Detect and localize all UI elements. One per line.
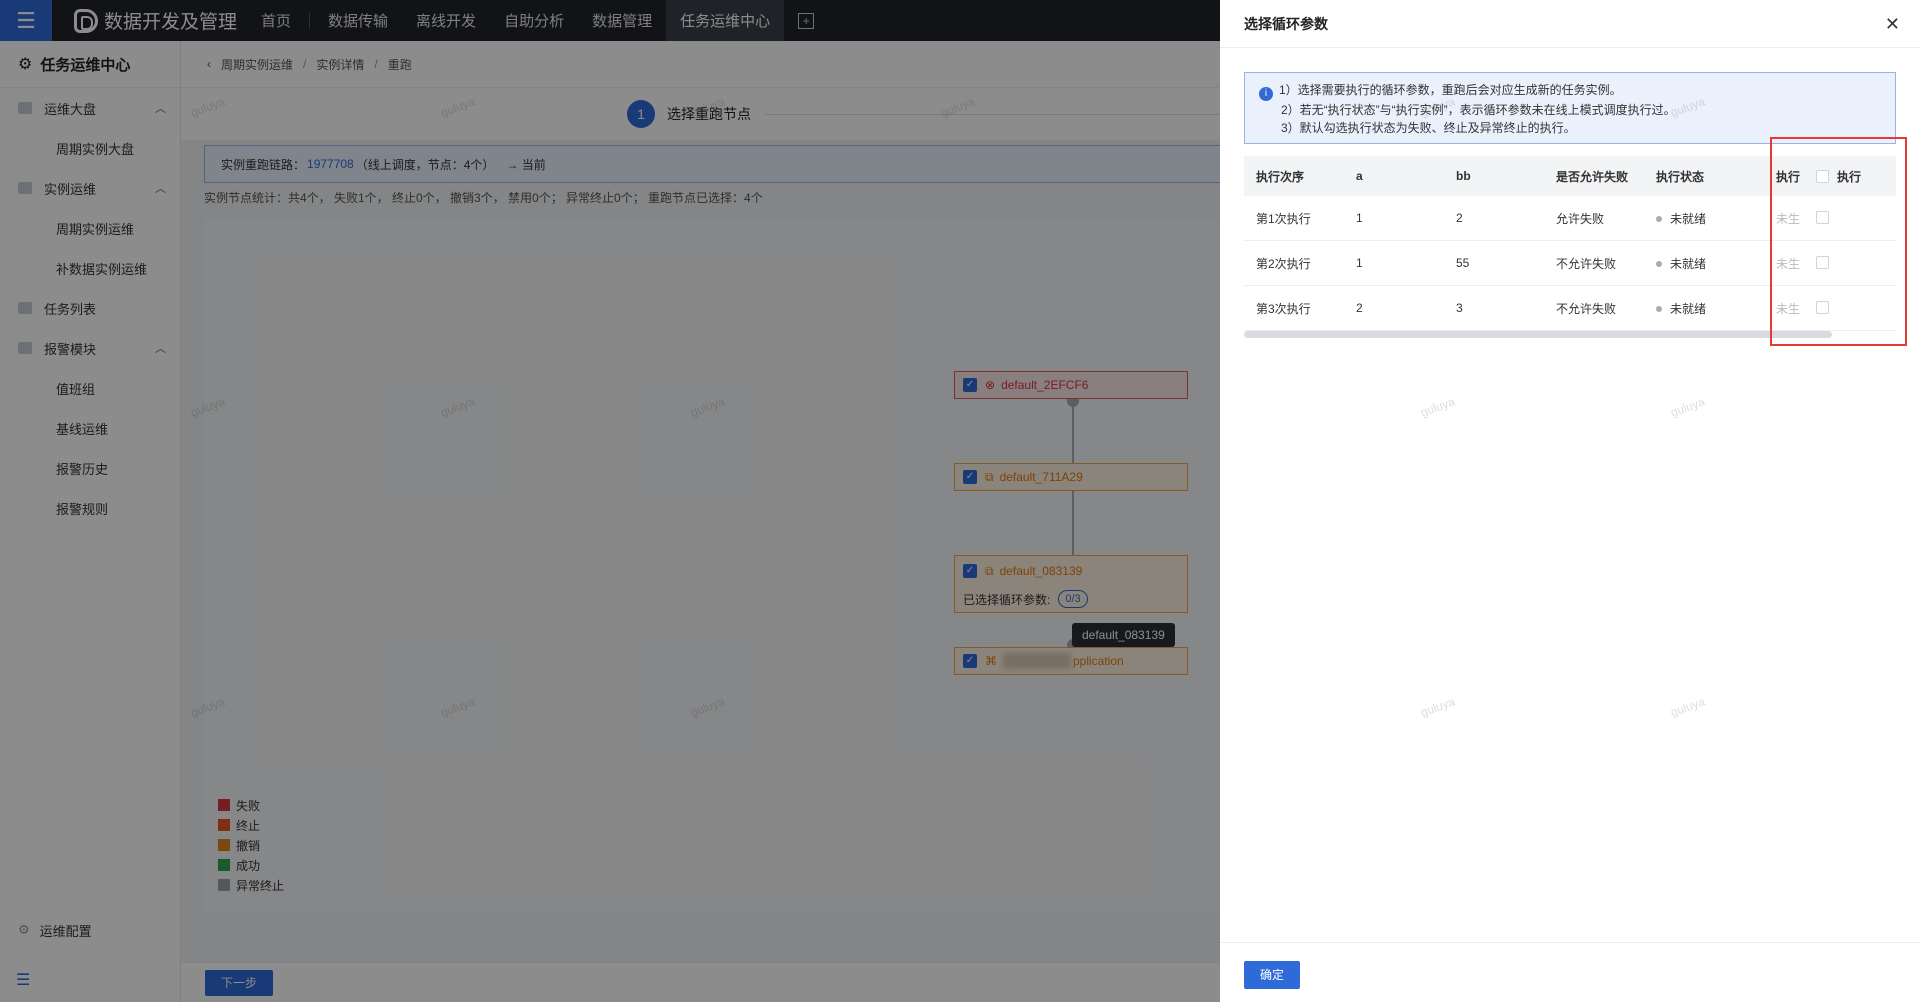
cell: 2 <box>1456 211 1463 225</box>
status-cell: 未就绪 <box>1644 255 1764 272</box>
cell: 2 <box>1356 301 1363 315</box>
cell: 不允许失败 <box>1556 256 1617 271</box>
info-line: 3）默认勾选执行状态为失败、终止及异常终止的执行。 <box>1281 121 1576 135</box>
status-dot-icon <box>1656 215 1662 222</box>
cell: 第3次执行 <box>1256 301 1311 316</box>
watermark: guluya <box>1418 694 1457 720</box>
status-cell: 未就绪 <box>1644 300 1764 317</box>
status-dot-icon <box>1656 260 1662 267</box>
cell: 第2次执行 <box>1256 256 1311 271</box>
col-header: bb <box>1456 169 1471 183</box>
drawer-header: 选择循环参数 ✕ <box>1220 0 1920 48</box>
drawer-footer: 确定 <box>1220 942 1920 1002</box>
col-header: a <box>1356 169 1363 183</box>
col-header: 是否允许失败 <box>1556 169 1629 184</box>
drawer-title: 选择循环参数 <box>1244 15 1328 32</box>
watermark: guluya <box>1668 394 1707 420</box>
info-line: 2）若无“执行状态”与“执行实例”，表示循环参数未在线上模式调度执行过。 <box>1281 103 1676 117</box>
status-cell: 未就绪 <box>1644 210 1764 227</box>
cell: 第1次执行 <box>1256 211 1311 226</box>
cell: 不允许失败 <box>1556 301 1617 316</box>
watermark: guluya <box>1668 694 1707 720</box>
cell: 1 <box>1356 211 1363 225</box>
cell: 允许失败 <box>1556 211 1605 226</box>
col-header: 执行次序 <box>1256 169 1305 184</box>
col-header: 执行状态 <box>1656 169 1705 184</box>
info-icon: i <box>1259 87 1273 101</box>
status-text: 未就绪 <box>1670 301 1707 316</box>
status-text: 未就绪 <box>1670 256 1707 271</box>
horizontal-scrollbar[interactable] <box>1244 331 1832 338</box>
close-icon[interactable]: ✕ <box>1885 14 1900 35</box>
watermark: guluya <box>1418 394 1457 420</box>
info-alert: i 1）选择需要执行的循环参数，重跑后会对应生成新的任务实例。 2）若无“执行状态… <box>1244 72 1896 144</box>
status-text: 未就绪 <box>1670 211 1707 226</box>
cell: 1 <box>1356 256 1363 270</box>
status-dot-icon <box>1656 305 1662 312</box>
highlight-annotation <box>1770 137 1907 346</box>
cell: 55 <box>1456 256 1470 270</box>
info-line: i 1）选择需要执行的循环参数，重跑后会对应生成新的任务实例。 <box>1259 81 1895 101</box>
cell: 3 <box>1456 301 1463 315</box>
confirm-button[interactable]: 确定 <box>1244 961 1300 989</box>
